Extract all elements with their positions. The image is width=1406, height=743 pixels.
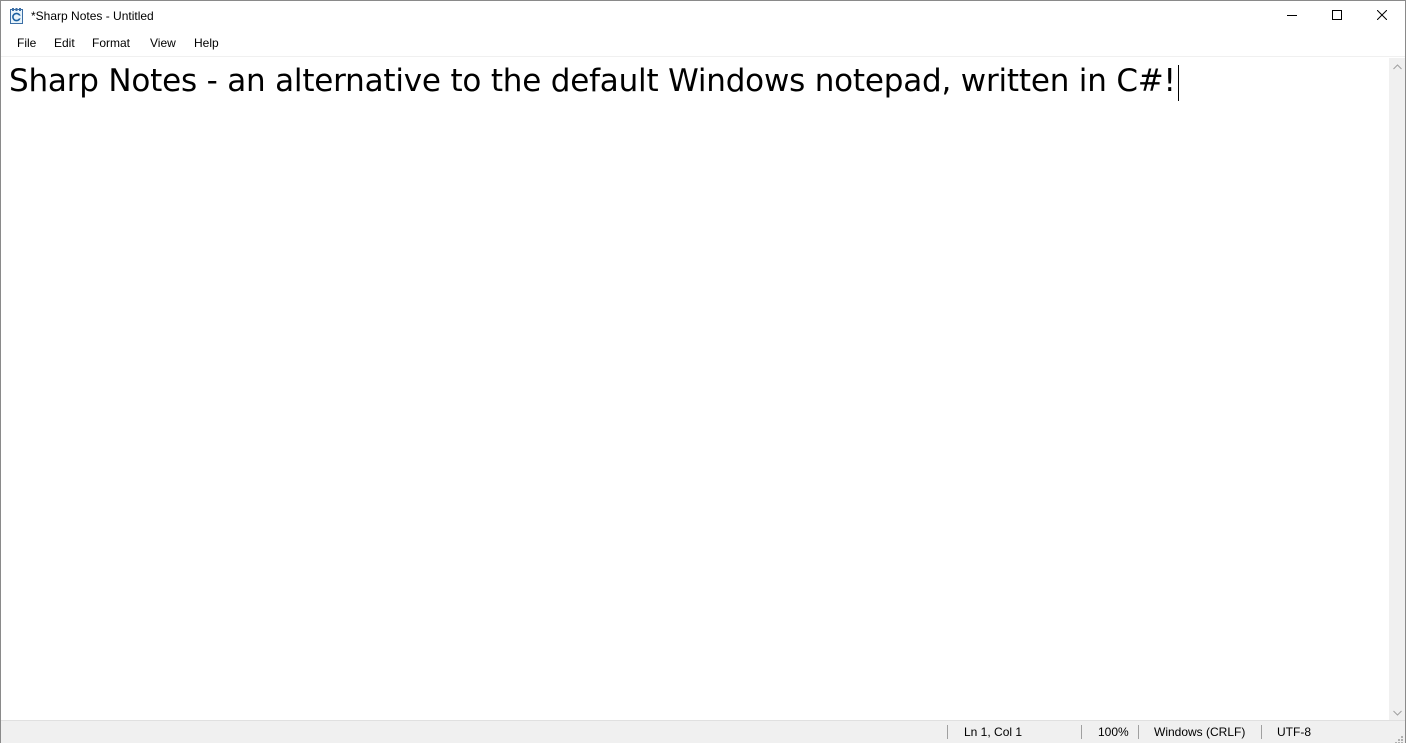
status-separator xyxy=(1138,725,1139,739)
status-zoom: 100% xyxy=(1098,725,1129,739)
minimize-icon xyxy=(1287,7,1297,25)
close-icon xyxy=(1376,7,1388,25)
close-button[interactable] xyxy=(1359,1,1405,31)
minimize-button[interactable] xyxy=(1269,1,1315,31)
resize-grip-icon[interactable] xyxy=(1393,731,1403,743)
title-bar[interactable]: *Sharp Notes - Untitled xyxy=(1,1,1405,31)
status-separator xyxy=(1261,725,1262,739)
editor-content-line[interactable]: Sharp Notes - an alternative to the defa… xyxy=(9,63,1179,101)
menu-edit[interactable]: Edit xyxy=(53,36,76,50)
menu-format[interactable]: Format xyxy=(91,36,131,50)
menu-help[interactable]: Help xyxy=(193,36,220,50)
status-separator xyxy=(947,725,948,739)
status-line-ending: Windows (CRLF) xyxy=(1154,725,1246,739)
menu-view[interactable]: View xyxy=(149,36,177,50)
scroll-down-button[interactable] xyxy=(1389,704,1405,720)
scroll-up-arrow-icon xyxy=(1392,57,1402,75)
menu-bar: File Edit Format View Help xyxy=(1,31,1405,57)
maximize-icon xyxy=(1332,7,1342,25)
maximize-button[interactable] xyxy=(1314,1,1360,31)
scroll-down-arrow-icon xyxy=(1392,703,1402,721)
notepad-app-icon[interactable] xyxy=(10,8,24,24)
app-window: *Sharp Notes - Untitled File Edit Format… xyxy=(0,0,1406,743)
editor-content: Sharp Notes - an alternative to the defa… xyxy=(9,63,1176,99)
menu-file[interactable]: File xyxy=(16,36,37,50)
status-encoding: UTF-8 xyxy=(1277,725,1311,739)
text-caret xyxy=(1177,64,1179,101)
status-cursor-position: Ln 1, Col 1 xyxy=(964,725,1023,739)
scroll-up-button[interactable] xyxy=(1389,58,1405,74)
window-title: *Sharp Notes - Untitled xyxy=(31,9,154,23)
vertical-scrollbar[interactable] xyxy=(1389,58,1405,720)
status-separator xyxy=(1081,725,1082,739)
status-bar: Ln 1, Col 1 100% Windows (CRLF) UTF-8 xyxy=(1,720,1405,743)
text-editor[interactable]: Sharp Notes - an alternative to the defa… xyxy=(1,58,1389,720)
